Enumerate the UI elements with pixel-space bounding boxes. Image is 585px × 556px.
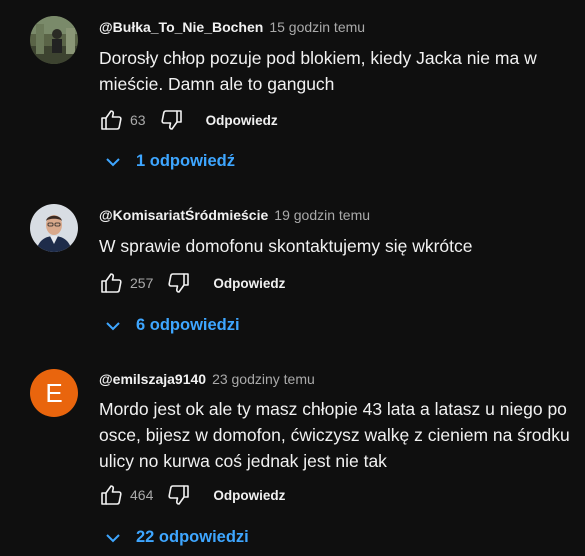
avatar-photo [30, 204, 78, 252]
dislike-icon[interactable] [167, 271, 191, 295]
like-count: 257 [130, 275, 154, 291]
comment-time[interactable]: 19 godzin temu [274, 207, 370, 223]
like-count: 63 [130, 112, 146, 128]
chevron-down-icon [104, 529, 122, 547]
replies-count-label: 6 odpowiedzi [136, 316, 240, 334]
comment-time[interactable]: 15 godzin temu [269, 19, 365, 35]
comment-time[interactable]: 23 godziny temu [212, 371, 315, 387]
dislike-icon[interactable] [167, 483, 191, 507]
comment-text: Mordo jest ok ale ty masz chłopie 43 lat… [99, 399, 570, 471]
replies-toggle[interactable]: 22 odpowiedzi [104, 528, 249, 547]
reply-button[interactable]: Odpowiedz [206, 113, 278, 128]
dislike-icon[interactable] [160, 108, 184, 132]
replies-toggle[interactable]: 6 odpowiedzi [104, 316, 240, 335]
reply-button[interactable]: Odpowiedz [213, 488, 285, 503]
chevron-down-icon [104, 153, 122, 171]
reply-button[interactable]: Odpowiedz [213, 276, 285, 291]
comment-author[interactable]: @emilszaja9140 [99, 371, 206, 387]
avatar[interactable]: E [30, 369, 78, 417]
avatar-letter: E [45, 377, 63, 408]
like-icon[interactable] [99, 483, 123, 507]
avatar[interactable] [30, 204, 78, 252]
replies-toggle[interactable]: 1 odpowiedź [104, 152, 235, 171]
avatar-photo [30, 16, 78, 64]
avatar[interactable] [30, 16, 78, 64]
comment-text: W sprawie domofonu skontaktujemy się wkr… [99, 236, 473, 256]
comment-text: Dorosły chłop pozuje pod blokiem, kiedy … [99, 48, 537, 94]
chevron-down-icon [104, 317, 122, 335]
comment-author[interactable]: @Bułka_To_Nie_Bochen [99, 19, 263, 35]
like-count: 464 [130, 487, 154, 503]
like-icon[interactable] [99, 271, 123, 295]
replies-count-label: 1 odpowiedź [136, 152, 235, 170]
replies-count-label: 22 odpowiedzi [136, 528, 249, 546]
comment-author[interactable]: @KomisariatŚródmieście [99, 207, 268, 223]
like-icon[interactable] [99, 108, 123, 132]
